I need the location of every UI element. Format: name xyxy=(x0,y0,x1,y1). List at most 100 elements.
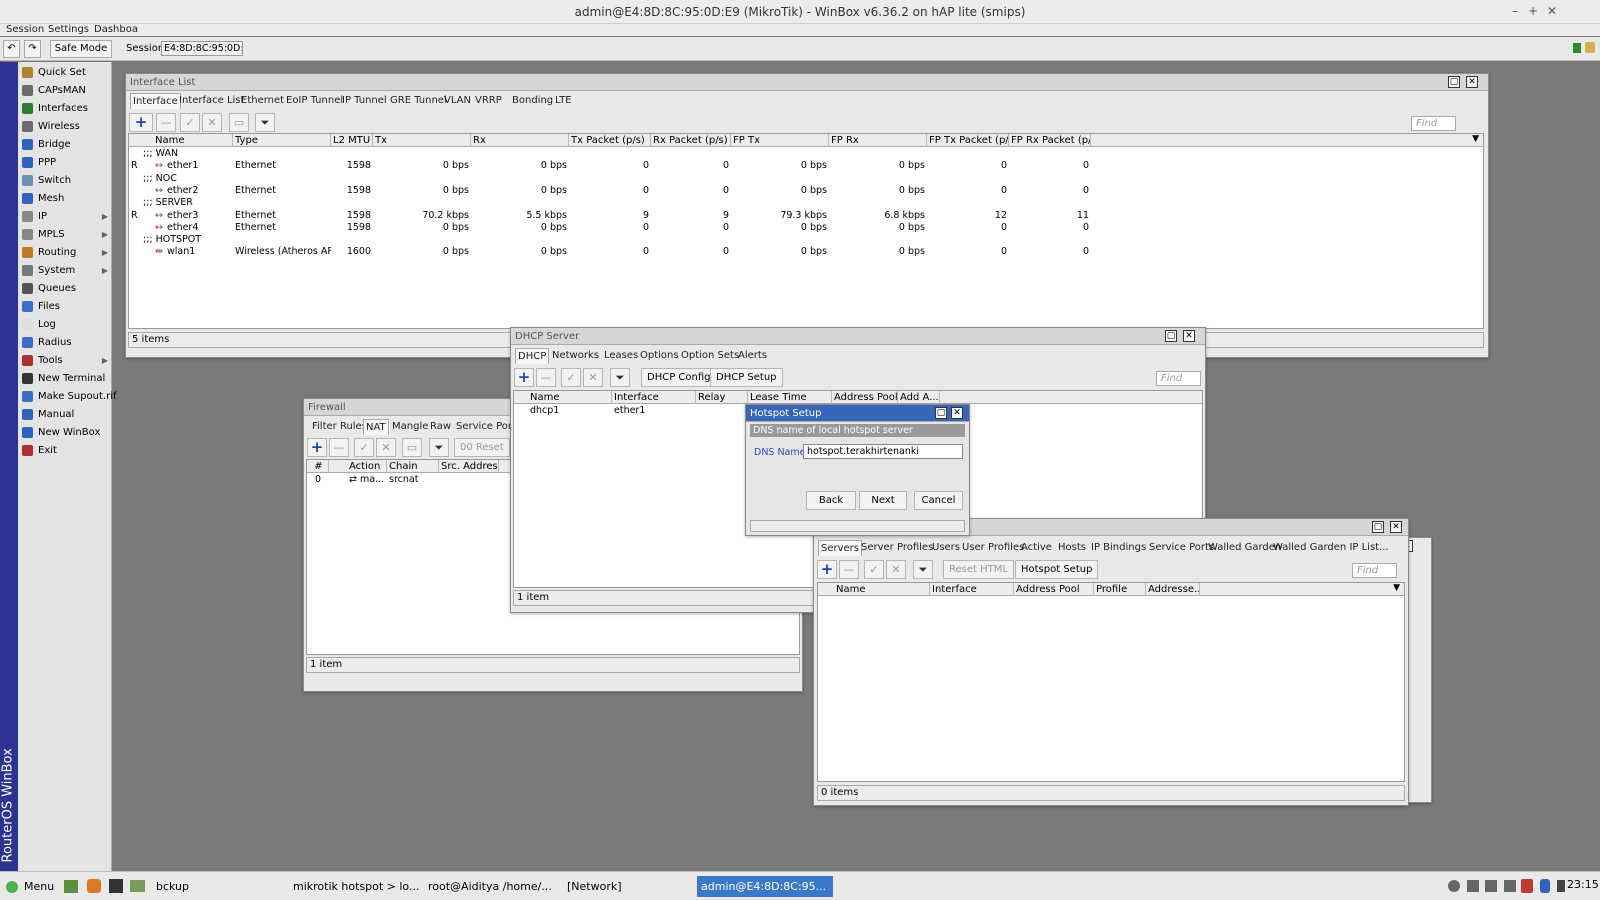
browser-icon[interactable] xyxy=(87,879,101,893)
add-button[interactable]: + xyxy=(307,438,327,457)
dhcp-setup-button[interactable]: DHCP Setup xyxy=(710,368,783,387)
tab-interface[interactable]: Interface xyxy=(130,93,181,109)
sidebar-item-new-winbox[interactable]: New WinBox xyxy=(18,424,112,441)
col-relay[interactable]: Relay xyxy=(696,391,748,404)
sidebar-item-capsman[interactable]: CAPsMAN xyxy=(18,82,112,99)
sidebar-item-system[interactable]: System ▶ xyxy=(18,262,112,279)
col-interface[interactable]: Interface xyxy=(612,391,696,404)
task-winbox[interactable]: admin@E4:8D:8C:95... xyxy=(697,876,833,897)
menu-session[interactable]: Session xyxy=(6,24,44,35)
find-input[interactable]: Find xyxy=(1352,563,1397,578)
filter-icon[interactable]: ⏷ xyxy=(255,113,275,132)
tab-mangle[interactable]: Mangle xyxy=(390,419,430,435)
sidebar-item-interfaces[interactable]: Interfaces xyxy=(18,100,112,117)
tab-lte[interactable]: LTE xyxy=(553,93,574,109)
comment-button[interactable]: ▭ xyxy=(229,113,249,132)
undo-button[interactable]: ↶ xyxy=(3,40,20,58)
sidebar-item-make-supout-rif[interactable]: Make Supout.rif xyxy=(18,388,117,405)
tab-networks[interactable]: Networks xyxy=(550,348,601,364)
col-name[interactable]: Name xyxy=(528,391,612,404)
back-button[interactable]: Back xyxy=(806,491,856,510)
col-chain[interactable]: Chain xyxy=(387,460,439,473)
network-icon[interactable] xyxy=(1504,880,1516,892)
col-fp-rx-packet[interactable]: FP Rx Packet (p/s) xyxy=(1009,134,1091,147)
tab-raw[interactable]: Raw xyxy=(428,419,453,435)
safe-mode-button[interactable]: Safe Mode xyxy=(50,40,112,58)
menu-settings[interactable]: Settings xyxy=(48,24,89,35)
volume-icon[interactable] xyxy=(1485,880,1497,892)
col-add-arp[interactable]: Add A... xyxy=(898,391,940,404)
tab-leases[interactable]: Leases xyxy=(602,348,640,364)
enable-button[interactable]: ✓ xyxy=(354,438,374,457)
tab-user-profiles[interactable]: User Profiles xyxy=(960,540,1026,556)
user-icon[interactable] xyxy=(1448,880,1460,892)
bluetooth-icon[interactable] xyxy=(1540,879,1550,893)
column-menu-icon[interactable]: ▼ xyxy=(1393,583,1400,593)
sidebar-item-files[interactable]: Files xyxy=(18,298,112,315)
filter-icon[interactable]: ⏷ xyxy=(429,438,449,457)
col-rx-packet[interactable]: Rx Packet (p/s) xyxy=(651,134,731,147)
tab-alerts[interactable]: Alerts xyxy=(736,348,769,364)
col-profile[interactable]: Profile xyxy=(1094,583,1146,596)
tab-hosts[interactable]: Hosts xyxy=(1056,540,1088,556)
sidebar-item-log[interactable]: Log xyxy=(18,316,112,333)
sidebar-item-manual[interactable]: Manual xyxy=(18,406,112,423)
reset-html-button[interactable]: Reset HTML xyxy=(943,560,1014,579)
enable-button[interactable]: ✓ xyxy=(180,113,200,132)
next-button[interactable]: Next xyxy=(859,491,907,510)
col-fp-rx[interactable]: FP Rx xyxy=(829,134,927,147)
col-fp-tx[interactable]: FP Tx xyxy=(731,134,829,147)
hotspot-setup-button[interactable]: Hotspot Setup xyxy=(1015,560,1099,579)
sidebar-item-exit[interactable]: Exit xyxy=(18,442,112,459)
battery-icon[interactable] xyxy=(1557,880,1565,892)
tab-active[interactable]: Active xyxy=(1019,540,1054,556)
add-button[interactable]: + xyxy=(129,113,153,132)
desktop-icon[interactable] xyxy=(64,880,78,893)
sidebar-item-queues[interactable]: Queues xyxy=(18,280,112,297)
find-input[interactable]: Find xyxy=(1411,116,1456,131)
col-tx-packet[interactable]: Tx Packet (p/s) xyxy=(569,134,651,147)
sidebar-item-mesh[interactable]: Mesh xyxy=(18,190,112,207)
cancel-button[interactable]: Cancel xyxy=(914,491,963,510)
tab-filter-rules[interactable]: Filter Rules xyxy=(310,419,369,435)
close-icon[interactable]: ✕ xyxy=(1390,521,1402,533)
close-icon[interactable]: ✕ xyxy=(951,407,963,419)
tab-server-profiles[interactable]: Server Profiles xyxy=(859,540,935,556)
shield-icon[interactable] xyxy=(1521,879,1533,893)
redo-button[interactable]: ↷ xyxy=(24,40,41,58)
tab-bonding[interactable]: Bonding xyxy=(510,93,555,109)
comment-row[interactable]: ;;; SERVER xyxy=(129,197,1483,209)
task-root-terminal[interactable]: root@Aiditya /home/... xyxy=(424,876,552,897)
close-icon[interactable]: ✕ xyxy=(1466,76,1478,88)
sidebar-item-bridge[interactable]: Bridge xyxy=(18,136,112,153)
sidebar-item-ip[interactable]: IP ▶ xyxy=(18,208,112,225)
restore-icon[interactable]: ▢ xyxy=(935,407,947,419)
comment-row[interactable]: ;;; HOTSPOT xyxy=(129,234,1483,246)
add-button[interactable]: + xyxy=(514,368,534,387)
task-bckup[interactable]: bckup xyxy=(152,876,277,897)
col-number[interactable]: # xyxy=(307,460,329,473)
pen-icon[interactable] xyxy=(1467,880,1479,892)
enable-button[interactable]: ✓ xyxy=(864,560,884,579)
sidebar-item-radius[interactable]: Radius xyxy=(18,334,112,351)
tab-ip-tunnel[interactable]: IP Tunnel xyxy=(340,93,389,109)
disable-button[interactable]: ✕ xyxy=(583,368,603,387)
remove-button[interactable]: — xyxy=(329,438,349,457)
maximize-button[interactable]: + xyxy=(1526,4,1540,18)
session-field[interactable]: E4:8D:8C:95:0D:E9 xyxy=(161,41,243,56)
col-addresses[interactable]: Addresse... xyxy=(1146,583,1200,596)
sidebar-item-quick-set[interactable]: Quick Set xyxy=(18,64,112,81)
filter-icon[interactable]: ⏷ xyxy=(610,368,630,387)
table-row[interactable]: ⇹ wlan1 Wireless (Atheros AR... 1600 0 bps 0 … xyxy=(129,246,1483,258)
close-icon[interactable]: ✕ xyxy=(1183,330,1195,342)
comment-row[interactable]: ;;; NOC xyxy=(129,173,1483,185)
sidebar-item-tools[interactable]: Tools ▶ xyxy=(18,352,112,369)
remove-button[interactable]: — xyxy=(536,368,556,387)
comment-row[interactable]: ;;; WAN xyxy=(129,148,1483,160)
col-name[interactable]: Name xyxy=(834,583,930,596)
start-menu-button[interactable]: Menu xyxy=(2,876,60,897)
table-row[interactable]: ↔ ether4 Ethernet 1598 0 bps 0 bps 0 0 0 bps 0 bp… xyxy=(129,222,1483,234)
col-fp-tx-packet[interactable]: FP Tx Packet (p/s) xyxy=(927,134,1009,147)
tab-ip-bindings[interactable]: IP Bindings xyxy=(1089,540,1148,556)
task-mikrotik-hotspot[interactable]: mikrotik hotspot > lo... xyxy=(289,876,419,897)
